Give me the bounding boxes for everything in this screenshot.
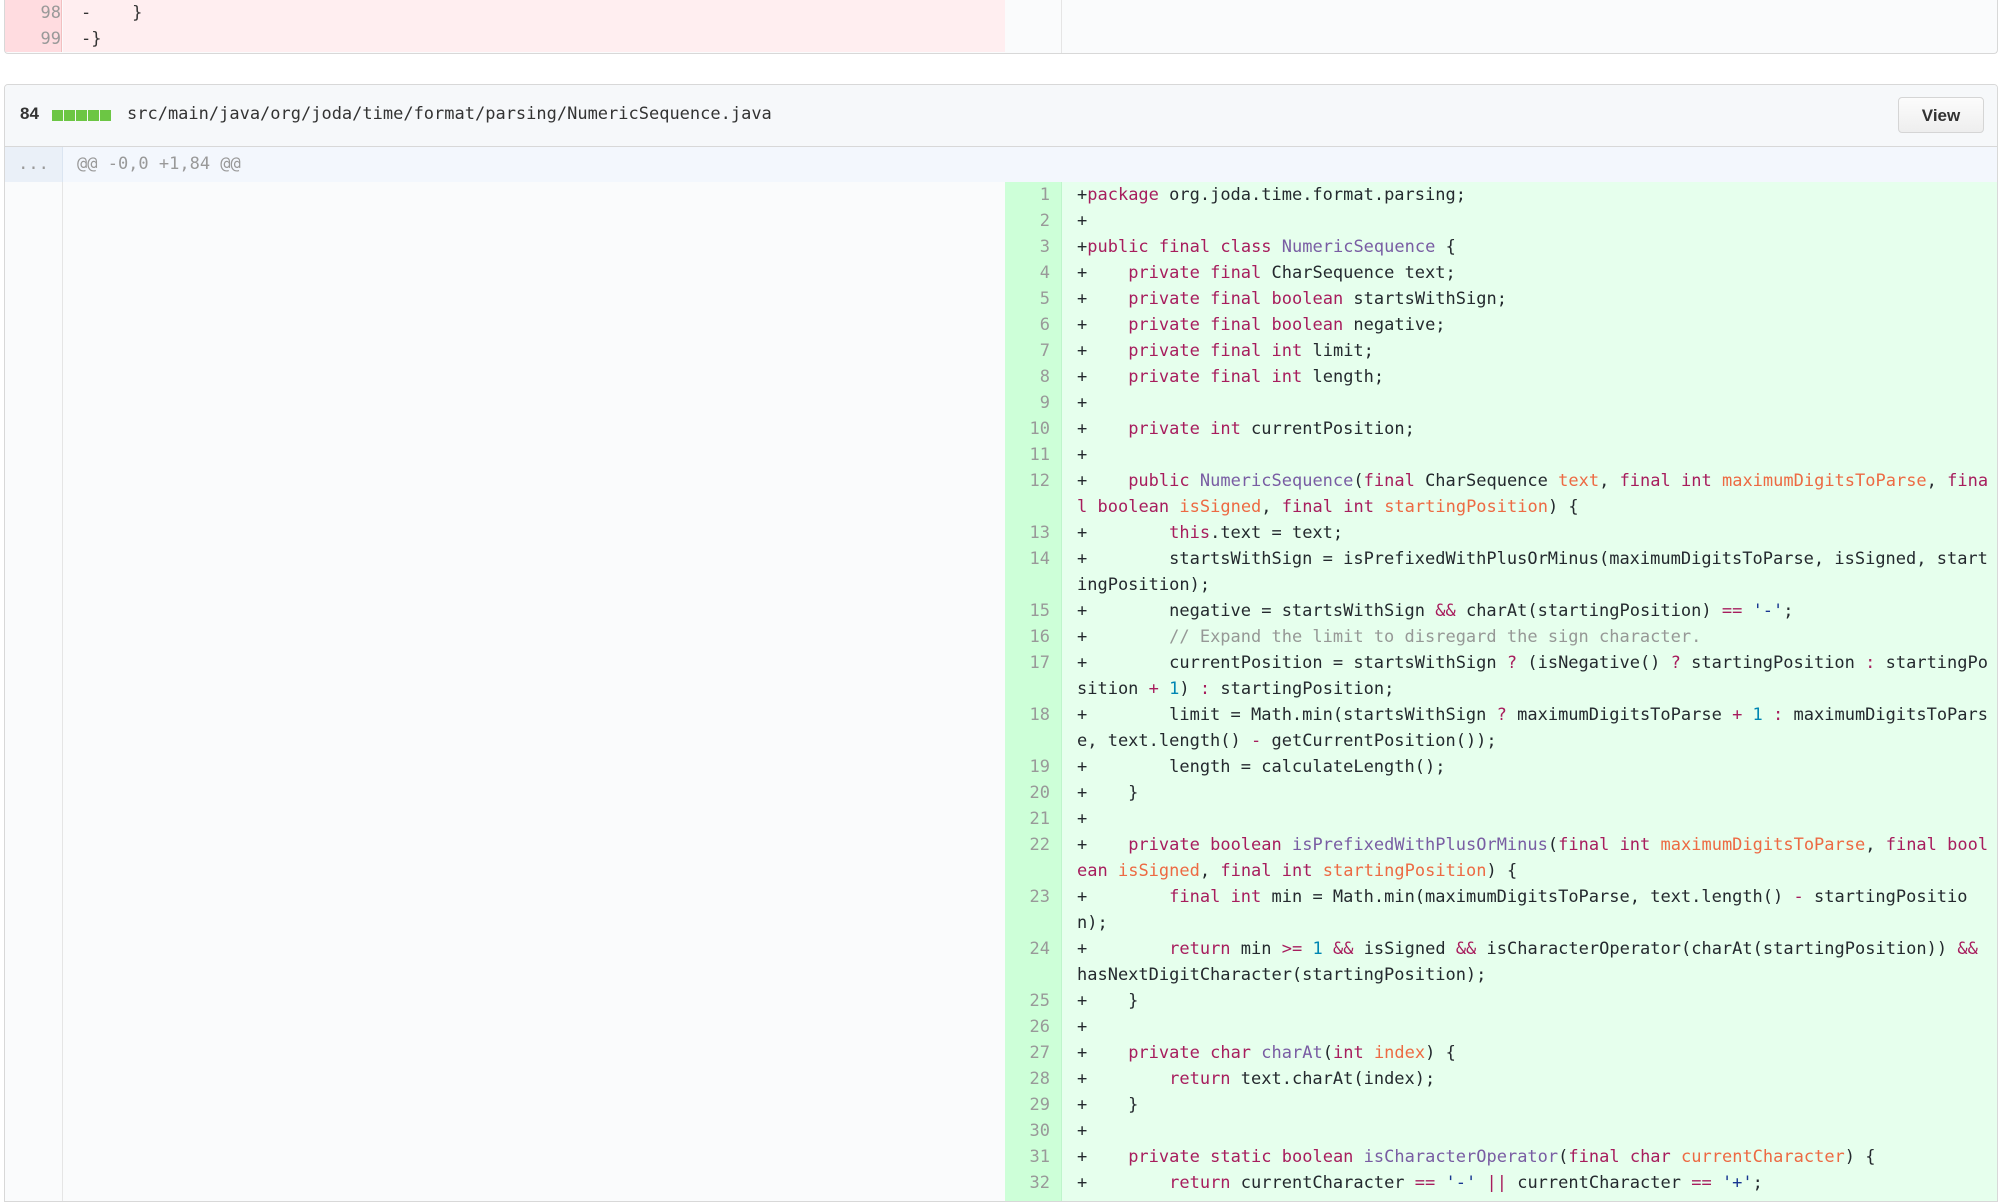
code-line-added: +	[1077, 809, 1088, 829]
code-line: - }	[63, 0, 1005, 26]
code-line-added: + this.text = text;	[1077, 523, 1344, 543]
diffstat-added-block	[64, 110, 75, 121]
line-number[interactable]: 13	[1005, 520, 1050, 546]
line-number[interactable]: 16	[1005, 624, 1050, 650]
diffstat-added-block	[100, 110, 111, 121]
line-number[interactable]: 3	[1005, 234, 1050, 260]
code-line: -}	[63, 26, 1005, 52]
line-number[interactable]: 20	[1005, 780, 1050, 806]
code-line-added: + }	[1077, 1095, 1139, 1115]
code-line-added: + }	[1077, 783, 1139, 803]
diffstat-added-block	[76, 110, 87, 121]
line-number[interactable]: 23	[1005, 884, 1050, 910]
line-number[interactable]: 2	[1005, 208, 1050, 234]
line-number[interactable]: 1	[1005, 182, 1050, 208]
change-count: 84	[20, 104, 39, 123]
file-header: 84 src/main/java/org/joda/time/format/pa…	[5, 85, 1997, 147]
line-number[interactable]: 14	[1005, 546, 1050, 572]
code-line-added: + return min >= 1 && isSigned && isChara…	[1077, 939, 1989, 985]
hunk-header: ... @@ -0,0 +1,84 @@	[5, 147, 1997, 182]
line-number[interactable]: 32	[1005, 1170, 1050, 1196]
line-number[interactable]: 22	[1005, 832, 1050, 858]
line-number[interactable]: 15	[1005, 598, 1050, 624]
line-number[interactable]: 19	[1005, 754, 1050, 780]
code-line-added: + private final int limit;	[1077, 341, 1374, 361]
line-number[interactable]: 31	[1005, 1144, 1050, 1170]
code-line-added: + private char charAt(int index) {	[1077, 1043, 1456, 1063]
code-line-added: + private static boolean isCharacterOper…	[1077, 1147, 1876, 1167]
previous-file-diff: 98 - } 99 -}	[4, 0, 1998, 54]
code-line-added: + limit = Math.min(startsWithSign ? maxi…	[1077, 705, 1988, 751]
file-path[interactable]: src/main/java/org/joda/time/format/parsi…	[127, 104, 772, 124]
line-number[interactable]: 99	[5, 26, 62, 52]
diff-row-deleted: 98 - }	[5, 0, 1997, 26]
line-number[interactable]: 8	[1005, 364, 1050, 390]
line-number[interactable]: 24	[1005, 936, 1050, 962]
code-line-added: + private final CharSequence text;	[1077, 263, 1456, 283]
line-number[interactable]: 17	[1005, 650, 1050, 676]
code-line-added: +public final class NumericSequence {	[1077, 237, 1456, 257]
code-line-added: + }	[1077, 991, 1139, 1011]
code-line-added: +	[1077, 1017, 1088, 1037]
line-number[interactable]: 27	[1005, 1040, 1050, 1066]
code-line-added: + private final boolean startsWithSign;	[1077, 289, 1507, 309]
line-number[interactable]: 18	[1005, 702, 1050, 728]
left-code-pane	[63, 182, 1006, 1201]
line-number[interactable]: 21	[1005, 806, 1050, 832]
code-line-added: + final int min = Math.min(maximumDigits…	[1077, 887, 1968, 933]
line-number[interactable]: 6	[1005, 312, 1050, 338]
code-line-added: + startsWithSign = isPrefixedWithPlusOrM…	[1077, 549, 1988, 595]
left-gutter	[5, 182, 63, 1201]
code-line-added: + private final int length;	[1077, 367, 1385, 387]
line-number[interactable]: 7	[1005, 338, 1050, 364]
code-line-added: +package org.joda.time.format.parsing;	[1077, 185, 1466, 205]
line-number[interactable]: 11	[1005, 442, 1050, 468]
code-line-added: + negative = startsWithSign && charAt(st…	[1077, 601, 1794, 621]
diffstat-blocks	[52, 110, 112, 122]
code-line-added: + private final boolean negative;	[1077, 315, 1446, 335]
code-line-added: +	[1077, 211, 1088, 231]
code-line-added: + private int currentPosition;	[1077, 419, 1415, 439]
code-line-added: + // Expand the limit to disregard the s…	[1077, 627, 1702, 647]
code-line-added: +	[1077, 445, 1088, 465]
hunk-range: @@ -0,0 +1,84 @@	[77, 154, 241, 174]
code-line-added: + length = calculateLength();	[1077, 757, 1446, 777]
line-number[interactable]: 10	[1005, 416, 1050, 442]
line-number[interactable]: 12	[1005, 468, 1050, 494]
line-number[interactable]: 26	[1005, 1014, 1050, 1040]
view-file-button[interactable]: View	[1898, 97, 1984, 133]
file-diff: 84 src/main/java/org/joda/time/format/pa…	[4, 84, 1998, 1202]
code-line-added: + currentPosition = startsWithSign ? (is…	[1077, 653, 1988, 699]
diffstat-added-block	[88, 110, 99, 121]
code-line-added: + return currentCharacter == '-' || curr…	[1077, 1173, 1763, 1193]
line-number[interactable]: 25	[1005, 988, 1050, 1014]
right-gutter: 1 2 3 4 5 6 7 8 9 10 11 12 13 14 15 16 17 18 19 20 21 22 23 24 2…	[1005, 182, 1062, 1201]
diffstat-added-block	[52, 110, 63, 121]
expand-button[interactable]: ...	[5, 147, 63, 182]
line-number[interactable]: 9	[1005, 390, 1050, 416]
code-line-added: + private boolean isPrefixedWithPlusOrMi…	[1077, 835, 1989, 881]
line-number[interactable]: 30	[1005, 1118, 1050, 1144]
line-number[interactable]: 4	[1005, 260, 1050, 286]
line-number[interactable]: 98	[5, 0, 62, 26]
code-line-added: + public NumericSequence(final CharSeque…	[1077, 471, 1989, 517]
right-code-pane: +package org.joda.time.format.parsing; + +…	[1062, 182, 1997, 1201]
code-line-added: +	[1077, 1121, 1088, 1141]
code-line-added: +	[1077, 393, 1088, 413]
code-line-added: + return text.charAt(index);	[1077, 1069, 1436, 1089]
diff-body: 1 2 3 4 5 6 7 8 9 10 11 12 13 14 15 16 17 18 19 20 21 22 23 24 2…	[5, 182, 1997, 1201]
diff-row-deleted: 99 -}	[5, 26, 1997, 52]
line-number[interactable]: 5	[1005, 286, 1050, 312]
line-number[interactable]: 29	[1005, 1092, 1050, 1118]
line-number[interactable]: 28	[1005, 1066, 1050, 1092]
